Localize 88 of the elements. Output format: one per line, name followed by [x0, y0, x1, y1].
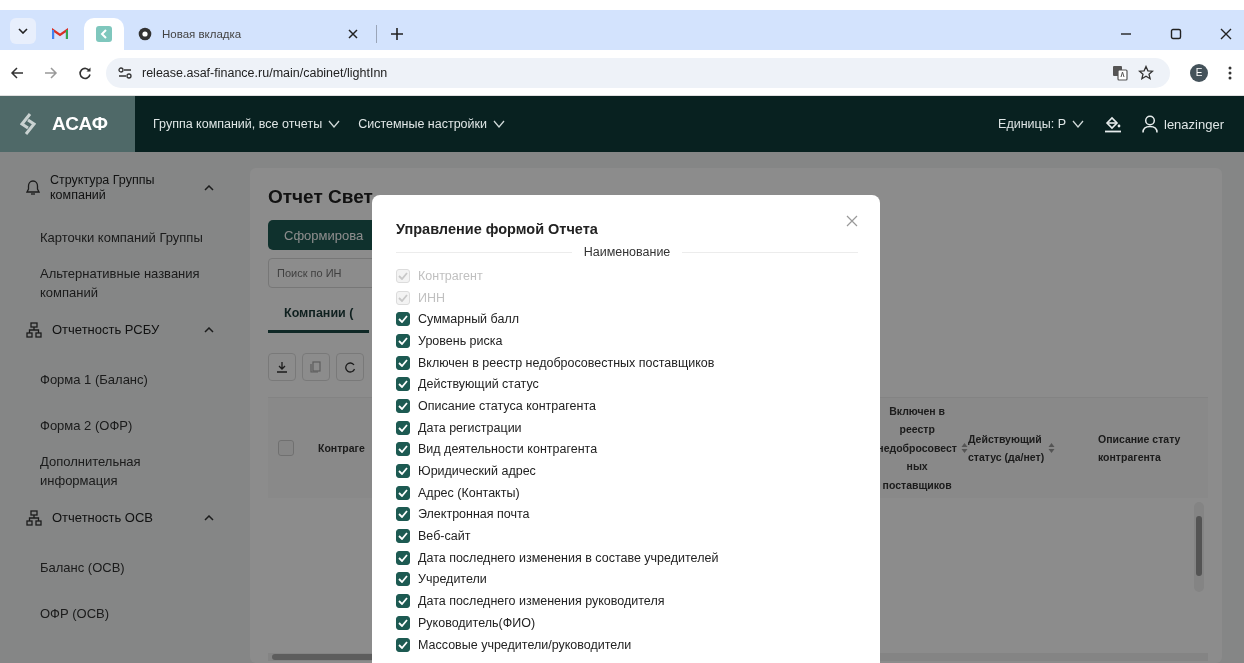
reload-icon[interactable]	[78, 65, 92, 80]
sidebar-item[interactable]: Дополнительная информация	[0, 450, 232, 494]
select-all-checkbox[interactable]	[278, 440, 294, 456]
sort-icon[interactable]	[961, 442, 968, 454]
sidebar-item[interactable]: Карточки компаний Группы	[0, 216, 232, 260]
nav-menu[interactable]: Группа компаний, все отчеты	[149, 113, 345, 135]
chevron-down-icon	[328, 120, 341, 128]
bell-icon	[26, 180, 40, 196]
forward-icon[interactable]	[44, 65, 58, 80]
sidebar-item[interactable]: Альтернативные названия компаний	[0, 262, 232, 306]
checkmark-icon	[398, 532, 408, 541]
checkmark-icon	[398, 467, 408, 476]
checkbox-option[interactable]: Действующий статус	[396, 373, 858, 396]
checkmark-icon	[398, 618, 408, 627]
sidebar-item[interactable]: ОФР (ОСВ)	[0, 592, 232, 636]
checkmark-icon	[398, 315, 408, 324]
checkmark-icon	[398, 336, 408, 345]
column-header[interactable]: Действующий статус (да/нет)	[968, 429, 1098, 467]
checkbox-option[interactable]: Электронная почта	[396, 503, 858, 526]
chevron-down-icon	[18, 28, 28, 34]
page-title: Отчет Свет	[268, 186, 373, 208]
tab-search-button[interactable]	[10, 18, 36, 44]
checkbox-option[interactable]: Дата последнего изменения руководителя	[396, 590, 858, 612]
paint-bucket-icon[interactable]	[1104, 115, 1122, 133]
user-menu[interactable]: lenazinger	[1138, 111, 1228, 137]
sidebar-item[interactable]: Форма 2 (ОФР)	[0, 404, 232, 448]
checkbox-option[interactable]: Дата последнего изменения в составе учредителей	[396, 546, 858, 569]
tab[interactable]: Компании (	[268, 300, 370, 333]
refresh-button[interactable]	[336, 353, 364, 381]
dialog-title: Управление формой Отчета	[396, 221, 598, 237]
download-button[interactable]	[268, 353, 296, 381]
menu-icon[interactable]	[1228, 65, 1232, 80]
hierarchy-icon	[26, 322, 42, 338]
checkmark-icon	[398, 510, 408, 519]
checkmark-icon	[398, 380, 408, 389]
sidebar-item[interactable]: Форма 1 (Баланс)	[0, 358, 232, 402]
checkmark-icon	[398, 488, 408, 497]
checkmark-icon	[398, 423, 408, 432]
chevron-down-icon	[1072, 120, 1084, 128]
section-heading: Наименование	[583, 245, 671, 259]
maximize-icon[interactable]	[1170, 28, 1182, 40]
address-bar[interactable]: release.asaf-finance.ru/main/cabinet/lightInn	[106, 57, 1170, 88]
back-icon[interactable]	[10, 65, 24, 80]
checkmark-icon	[398, 597, 408, 606]
site-info-icon	[118, 66, 132, 79]
sort-icon[interactable]	[1048, 442, 1056, 454]
download-icon	[276, 361, 288, 373]
hierarchy-icon	[26, 510, 42, 526]
checkmark-icon	[398, 271, 408, 280]
sidebar-item[interactable]: Баланс (ОСВ)	[0, 546, 232, 590]
close-icon[interactable]	[1220, 28, 1232, 40]
copy-icon	[310, 361, 322, 373]
globe-icon	[138, 27, 152, 41]
browser-tab[interactable]: Новая вкладка	[128, 18, 368, 50]
checkbox-option[interactable]: Массовые учредители/руководители	[396, 633, 858, 656]
profile-avatar[interactable]: E	[1190, 63, 1208, 82]
logo-panel[interactable]: АСАФ	[0, 96, 135, 152]
checkbox-option[interactable]: Уровень риска	[396, 330, 858, 352]
checkmark-icon	[398, 575, 408, 584]
checkbox-option[interactable]: Включен в реестр недобросовестных поставщиков	[396, 351, 858, 374]
checkbox-option[interactable]: Веб-сайт	[396, 525, 858, 547]
units-dropdown[interactable]: Единицы: Р	[994, 113, 1088, 135]
mail-icon	[52, 28, 68, 40]
checkmark-icon	[398, 640, 408, 649]
checkbox-option[interactable]: Учредители	[396, 568, 858, 591]
refresh-icon	[344, 361, 356, 373]
checkbox-option[interactable]: Суммарный балл	[396, 308, 858, 331]
star-icon[interactable]	[1138, 64, 1154, 81]
logo-text: АСАФ	[52, 113, 108, 135]
nav-menu[interactable]: Системные настройки	[354, 113, 509, 135]
scrollbar[interactable]	[1194, 502, 1204, 592]
checkbox-option[interactable]: Руководитель(ФИО)	[396, 612, 858, 634]
user-icon	[1142, 115, 1158, 133]
sidebar-group[interactable]: Отчетность РСБУ	[0, 308, 232, 358]
checkmark-icon	[398, 553, 408, 562]
checkmark-icon	[398, 358, 408, 367]
column-header[interactable]: Описание стату контрагента	[1098, 429, 1208, 467]
new-tab-icon[interactable]	[391, 28, 403, 40]
checkmark-icon	[398, 445, 408, 454]
sidebar-group[interactable]: Структура Группы компаний	[0, 166, 232, 216]
app-logo-icon	[96, 26, 112, 42]
translate-icon[interactable]	[1112, 64, 1128, 81]
logo-icon	[20, 113, 36, 135]
checkmark-icon	[398, 401, 408, 410]
sidebar-group[interactable]: Отчетность ОСВ	[0, 496, 232, 546]
close-icon[interactable]	[348, 29, 358, 39]
chevron-down-icon	[493, 120, 505, 128]
checkmark-icon	[398, 293, 408, 302]
